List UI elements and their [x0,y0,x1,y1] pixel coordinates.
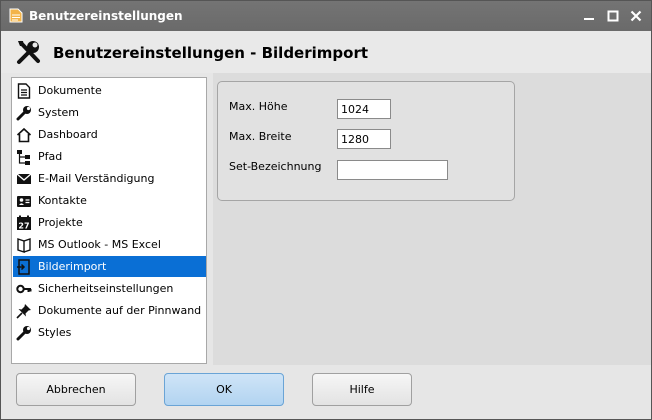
max-width-label: Max. Breite [229,130,292,143]
window-title: Benutzereinstellungen [29,9,183,23]
nav-item-label: Dashboard [38,128,98,141]
tree-icon [16,149,32,165]
help-button[interactable]: Hilfe [312,373,412,406]
nav-item-bilderimport[interactable]: Bilderimport [13,256,206,277]
tools-icon [17,41,40,64]
wrench-icon [16,325,32,341]
nav-item-label: Kontakte [38,194,87,207]
app-icon [9,8,23,23]
nav-item-label: Dokumente [38,84,102,97]
max-width-input[interactable] [337,129,391,149]
nav-item-kontakte[interactable]: Kontakte [13,190,206,211]
minimize-icon[interactable] [581,8,597,24]
mail-icon [16,171,32,187]
document-icon [16,82,32,99]
key-icon [16,281,32,297]
nav-item-label: Pfad [38,150,63,163]
close-icon[interactable] [628,8,644,24]
book-icon [16,237,32,253]
ok-button[interactable]: OK [164,373,284,406]
settings-window: Benutzereinstellungen Benutzereinstellun… [0,0,652,420]
nav-item-label: Projekte [38,216,83,229]
settings-nav-list: Dokumente System Dashboard Pfad E-Mail V… [11,77,207,364]
nav-item-label: Styles [38,326,72,339]
nav-item-dashboard[interactable]: Dashboard [13,124,206,145]
nav-item-styles[interactable]: Styles [13,322,206,343]
nav-item-label: MS Outlook - MS Excel [38,238,161,251]
cancel-button[interactable]: Abbrechen [16,373,136,406]
nav-item-label: Bilderimport [38,260,107,273]
nav-item-sicherheit[interactable]: Sicherheitseinstellungen [13,278,206,299]
nav-item-label: Dokumente auf der Pinnwand [38,304,202,317]
title-bar[interactable]: Benutzereinstellungen [1,1,651,31]
nav-item-projekte[interactable]: 27 Projekte [13,212,206,233]
wrench-icon [16,105,32,121]
nav-item-email[interactable]: E-Mail Verständigung [13,168,206,189]
nav-item-system[interactable]: System [13,102,206,123]
nav-item-label: System [38,106,80,119]
image-import-icon [16,258,32,275]
nav-item-pinnwand[interactable]: Dokumente auf der Pinnwand [13,300,206,321]
nav-item-dokumente[interactable]: Dokumente [13,80,206,101]
home-icon [16,127,32,143]
nav-item-ms-outlook[interactable]: MS Outlook - MS Excel [13,234,206,255]
svg-text:27: 27 [18,221,29,230]
page-title: Benutzereinstellungen - Bilderimport [53,44,369,62]
maximize-icon[interactable] [605,8,621,24]
set-name-label: Set-Bezeichnung [229,160,322,173]
nav-item-label: E-Mail Verständigung [38,172,155,185]
nav-item-label: Sicherheitseinstellungen [38,282,174,295]
max-height-label: Max. Höhe [229,100,288,113]
calendar-icon: 27 [16,215,32,231]
contact-card-icon [16,193,32,209]
max-height-input[interactable] [337,99,391,119]
page-header: Benutzereinstellungen - Bilderimport [1,31,651,73]
set-name-input[interactable] [337,160,448,180]
pin-icon [16,303,32,319]
nav-item-pfad[interactable]: Pfad [13,146,206,167]
